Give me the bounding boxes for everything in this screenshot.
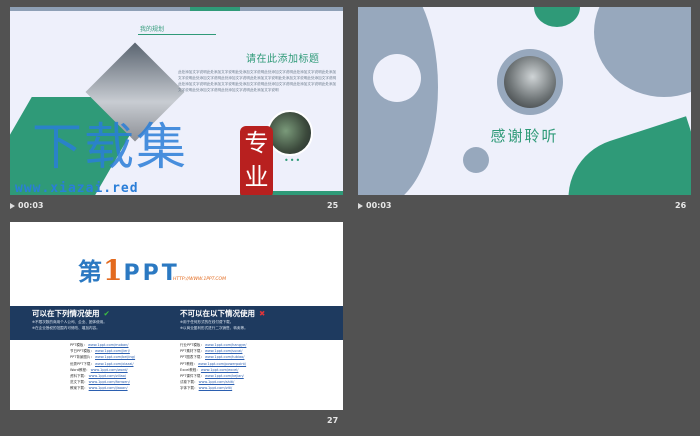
top-accent-bar [10, 7, 343, 11]
link-url[interactable]: www.1ppt.com/jieri/ [95, 349, 130, 353]
slide-body-text: 此处添加文字说明此处添加文字说明此处添加文字说明此处添加文字说明此处添加文字说明… [178, 70, 337, 92]
brand-logo: 第1PPT [78, 252, 180, 287]
link-url[interactable]: www.1ppt.com/ziliao/ [89, 374, 126, 378]
cannot-use-line: ※以商业盈利形式进行二次销售、转卖等。 [180, 326, 248, 330]
link-row: PPT教程： www.1ppt.com/powerpoint/ [180, 361, 246, 367]
plant-photo [267, 110, 313, 156]
decor-circle-small [463, 147, 489, 173]
link-url[interactable]: www.1ppt.com/tubiao/ [205, 355, 244, 359]
link-url[interactable]: www.1ppt.com/xiazai/ [95, 362, 134, 366]
can-use-line: ※在企业授权的范围内可修改、增加内容。 [32, 326, 100, 330]
link-label: 行业PPT模板： [180, 343, 204, 347]
slide-25-number: 25 [327, 201, 339, 210]
link-label: Word教程： [70, 367, 90, 372]
slide-27-number: 27 [327, 416, 339, 425]
check-icon: ✔ [103, 309, 110, 318]
link-row: PPT背景图片： www.1ppt.com/beijing/ [70, 354, 135, 360]
link-label: PPT课件下载： [180, 374, 204, 379]
cannot-use-title: 不可以在以下情况使用 [180, 309, 255, 318]
link-url[interactable]: www.1ppt.com/fanwen/ [89, 380, 130, 384]
slide-26-timing: 00:03 [358, 201, 391, 210]
decor-circle-right [594, 7, 691, 97]
logo-ppt: PPT [123, 261, 180, 286]
slide-26-number: 26 [675, 201, 687, 210]
link-url[interactable]: www.1ppt.com/hangye/ [205, 343, 246, 347]
link-label: 节日PPT模板： [70, 349, 94, 354]
link-row: PPT图表下载： www.1ppt.com/tubiao/ [180, 354, 246, 360]
slide-thumbnail-26[interactable]: 感谢聆听 [358, 7, 691, 195]
slide-25-timing: 00:03 [10, 201, 43, 210]
slide-25-duration: 00:03 [18, 201, 44, 210]
decor-circle-green [534, 7, 580, 27]
link-row: 字体下载： www.1ppt.com/ziti/ [180, 385, 246, 391]
dots-indicator: ••• [284, 156, 302, 165]
portrait-photo [504, 56, 556, 108]
link-url[interactable]: www.1ppt.com/beijing/ [95, 355, 135, 359]
slide-thumbnail-25[interactable]: 我的规划 请在此添加标题 此处添加文字说明此处添加文字说明此处添加文字说明此处添… [10, 7, 343, 195]
watermark-url: www.xiazai.red [15, 181, 139, 195]
thanks-title: 感谢聆听 [490, 127, 559, 145]
link-label: PPT素材下载： [180, 349, 204, 354]
link-label: 试卷下载： [180, 380, 198, 385]
link-label: PPT教程： [180, 361, 197, 366]
link-url[interactable]: www.1ppt.com/word/ [91, 368, 128, 372]
link-url[interactable]: www.1ppt.com/ziti/ [199, 386, 233, 390]
link-label: PPT图表下载： [180, 355, 204, 360]
site-url: HTTP://WWW.1PPT.COM [173, 277, 226, 282]
play-icon [10, 202, 15, 209]
logo-one: 1 [103, 254, 124, 287]
links-right: 行业PPT模板： www.1ppt.com/hangye/PPT素材下载： ww… [180, 342, 246, 392]
link-label: 资料下载： [70, 374, 88, 379]
link-label: PPT背景图片： [70, 355, 94, 360]
link-url[interactable]: www.1ppt.com/moban/ [88, 343, 129, 347]
logo-prefix: 第 [78, 257, 103, 286]
link-row: 教案下载： www.1ppt.com/jiaoan/ [70, 385, 135, 391]
link-label: 字体下载： [180, 386, 198, 391]
link-url[interactable]: www.1ppt.com/excel/ [201, 368, 239, 372]
can-use-section: 可以在下列情况使用 ✔ ※不限次数的商用个人公司、企业、团体使用。 ※在企业授权的… [32, 308, 110, 331]
link-row: 优秀PPT下载： www.1ppt.com/xiazai/ [70, 361, 135, 367]
section-underline [138, 34, 216, 35]
link-label: Excel教程： [180, 367, 200, 372]
can-use-title: 可以在下列情况使用 [32, 309, 100, 318]
link-url[interactable]: www.1ppt.com/jiaoan/ [89, 386, 128, 390]
links-left: PPT模板： www.1ppt.com/moban/节日PPT模板： www.1… [70, 342, 135, 392]
top-accent-green [190, 7, 240, 11]
link-url[interactable]: www.1ppt.com/sucai/ [205, 349, 242, 353]
slide-title: 请在此添加标题 [246, 54, 320, 65]
play-icon [358, 202, 363, 209]
slide-26-duration: 00:03 [366, 201, 392, 210]
link-url[interactable]: www.1ppt.com/kejian/ [205, 374, 244, 378]
link-url[interactable]: www.1ppt.com/shiti/ [199, 380, 235, 384]
cross-icon: ✖ [259, 309, 266, 318]
watermark-seal: 专业 [240, 126, 273, 195]
link-label: 范文下载： [70, 380, 88, 385]
section-label: 我的规划 [140, 26, 165, 33]
slide-thumbnail-27[interactable]: 第1PPT HTTP://WWW.1PPT.COM 可以在下列情况使用 ✔ ※不限… [10, 222, 343, 410]
link-url[interactable]: www.1ppt.com/powerpoint/ [198, 362, 246, 366]
watermark-text: 下载集 [32, 118, 188, 176]
link-label: 优秀PPT下载： [70, 361, 94, 366]
decor-circle-light [373, 54, 421, 102]
link-label: 教案下载： [70, 386, 88, 391]
cannot-use-section: 不可以在以下情况使用 ✖ ※用于任何形式的在线付费下载。 ※以商业盈利形式进行二次… [180, 308, 265, 331]
link-label: PPT模板： [70, 343, 87, 347]
